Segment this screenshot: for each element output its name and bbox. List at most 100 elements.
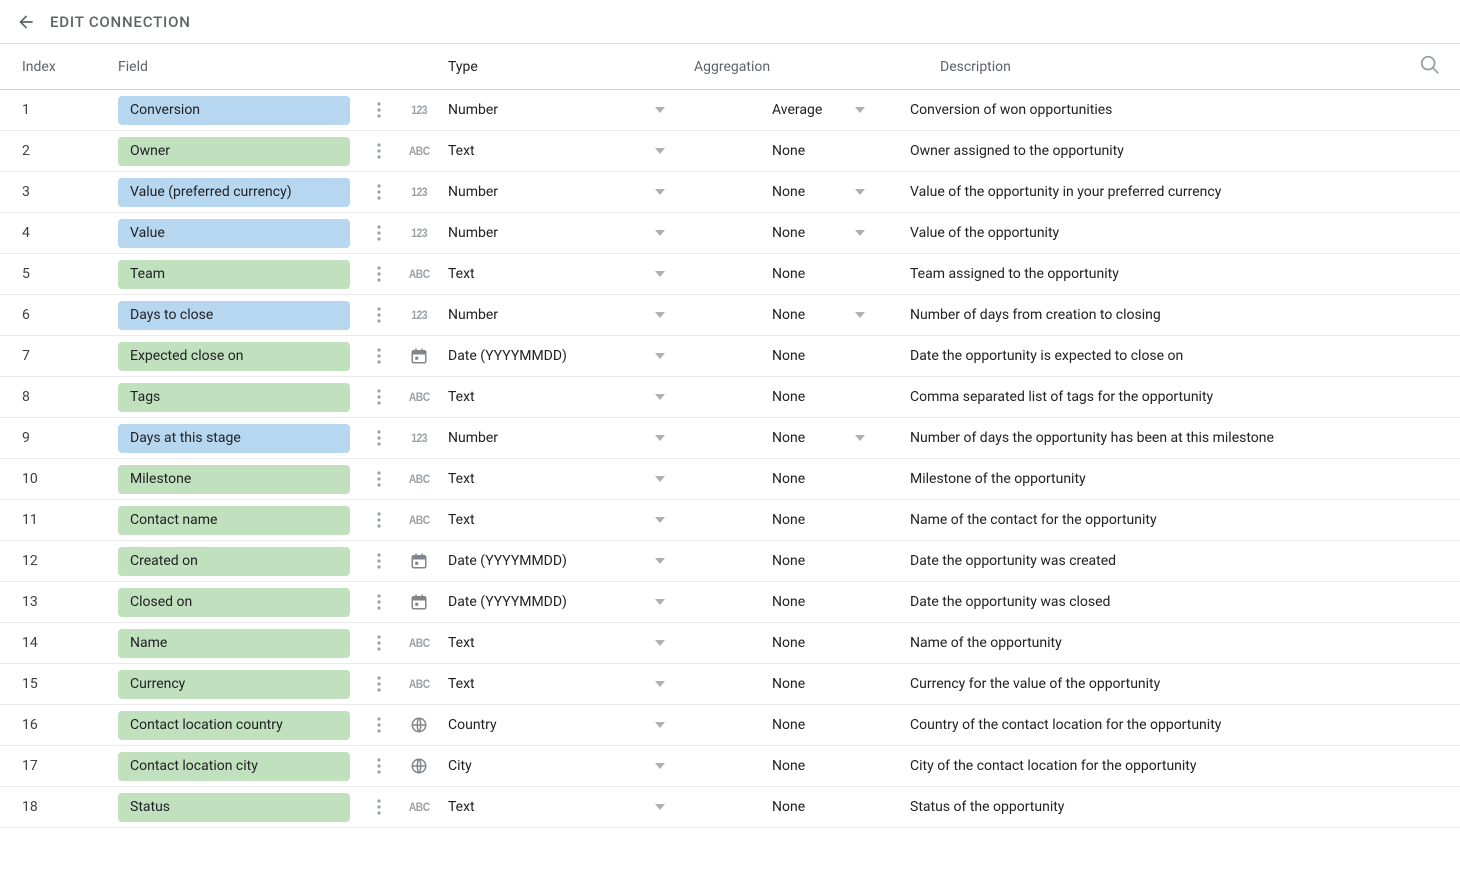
- row-menu-button[interactable]: [370, 344, 388, 368]
- type-dropdown[interactable]: [655, 353, 665, 359]
- kebab-icon: [377, 143, 381, 159]
- aggregation-dropdown[interactable]: [855, 230, 865, 236]
- field-chip[interactable]: Currency: [118, 670, 350, 699]
- type-dropdown[interactable]: [655, 599, 665, 605]
- type-dropdown[interactable]: [655, 435, 665, 441]
- type-dropdown[interactable]: [655, 476, 665, 482]
- type-dropdown[interactable]: [655, 107, 665, 113]
- row-menu-button[interactable]: [370, 221, 388, 245]
- field-chip[interactable]: Contact location city: [118, 752, 350, 781]
- row-menu-button[interactable]: [370, 631, 388, 655]
- type-dropdown[interactable]: [655, 558, 665, 564]
- back-button[interactable]: [14, 10, 38, 34]
- type-dropdown[interactable]: [655, 640, 665, 646]
- row-menu-button[interactable]: [370, 795, 388, 819]
- row-index: 14: [22, 635, 118, 651]
- chevron-down-icon: [655, 189, 665, 195]
- field-chip[interactable]: Conversion: [118, 96, 350, 125]
- field-chip[interactable]: Owner: [118, 137, 350, 166]
- type-label: Number: [448, 430, 638, 446]
- geo-type-icon: [404, 755, 434, 777]
- aggregation-dropdown[interactable]: [855, 189, 865, 195]
- row-menu-button[interactable]: [370, 713, 388, 737]
- row-menu-button[interactable]: [370, 508, 388, 532]
- field-chip[interactable]: Created on: [118, 547, 350, 576]
- kebab-icon: [377, 471, 381, 487]
- aggregation-dropdown[interactable]: [855, 435, 865, 441]
- search-button[interactable]: [1419, 54, 1441, 80]
- chevron-down-icon: [655, 804, 665, 810]
- row-index: 10: [22, 471, 118, 487]
- type-dropdown[interactable]: [655, 394, 665, 400]
- description-text: Date the opportunity was created: [880, 553, 1460, 569]
- type-label: Number: [448, 184, 638, 200]
- row-index: 5: [22, 266, 118, 282]
- type-dropdown[interactable]: [655, 722, 665, 728]
- field-chip[interactable]: Days at this stage: [118, 424, 350, 453]
- table-row: 9 Days at this stage 123 Number None Num…: [0, 418, 1460, 459]
- row-menu-button[interactable]: [370, 139, 388, 163]
- row-menu-button[interactable]: [370, 385, 388, 409]
- date-type-icon: [404, 591, 434, 613]
- row-menu-button[interactable]: [370, 754, 388, 778]
- row-index: 15: [22, 676, 118, 692]
- description-text: Team assigned to the opportunity: [880, 266, 1460, 282]
- row-menu-button[interactable]: [370, 180, 388, 204]
- field-chip[interactable]: Milestone: [118, 465, 350, 494]
- type-label: Number: [448, 307, 638, 323]
- description-text: Number of days the opportunity has been …: [880, 430, 1460, 446]
- aggregation-label: None: [740, 143, 840, 159]
- field-chip[interactable]: Tags: [118, 383, 350, 412]
- field-chip[interactable]: Contact location country: [118, 711, 350, 740]
- field-chip[interactable]: Status: [118, 793, 350, 822]
- field-chip[interactable]: Value (preferred currency): [118, 178, 350, 207]
- aggregation-label: None: [740, 389, 840, 405]
- type-dropdown[interactable]: [655, 517, 665, 523]
- type-dropdown[interactable]: [655, 189, 665, 195]
- type-dropdown[interactable]: [655, 804, 665, 810]
- aggregation-dropdown[interactable]: [855, 312, 865, 318]
- description-text: Owner assigned to the opportunity: [880, 143, 1460, 159]
- table-row: 13 Closed on Date (YYYYMMDD) None Date t…: [0, 582, 1460, 623]
- field-chip[interactable]: Expected close on: [118, 342, 350, 371]
- type-dropdown[interactable]: [655, 312, 665, 318]
- row-menu-button[interactable]: [370, 98, 388, 122]
- field-chip[interactable]: Name: [118, 629, 350, 658]
- type-dropdown[interactable]: [655, 271, 665, 277]
- kebab-icon: [377, 553, 381, 569]
- chevron-down-icon: [655, 558, 665, 564]
- type-dropdown[interactable]: [655, 763, 665, 769]
- field-chip[interactable]: Contact name: [118, 506, 350, 535]
- type-dropdown[interactable]: [655, 148, 665, 154]
- kebab-icon: [377, 717, 381, 733]
- row-menu-button[interactable]: [370, 467, 388, 491]
- row-index: 12: [22, 553, 118, 569]
- type-label: Text: [448, 471, 638, 487]
- kebab-icon: [377, 307, 381, 323]
- row-menu-button[interactable]: [370, 672, 388, 696]
- description-text: Status of the opportunity: [880, 799, 1460, 815]
- type-dropdown[interactable]: [655, 681, 665, 687]
- row-index: 2: [22, 143, 118, 159]
- type-dropdown[interactable]: [655, 230, 665, 236]
- chevron-down-icon: [655, 435, 665, 441]
- row-menu-button[interactable]: [370, 303, 388, 327]
- row-menu-button[interactable]: [370, 590, 388, 614]
- type-label: Date (YYYYMMDD): [448, 553, 638, 569]
- row-menu-button[interactable]: [370, 262, 388, 286]
- row-menu-button[interactable]: [370, 426, 388, 450]
- field-chip[interactable]: Team: [118, 260, 350, 289]
- aggregation-dropdown[interactable]: [855, 107, 865, 113]
- aggregation-label: None: [740, 512, 840, 528]
- kebab-icon: [377, 389, 381, 405]
- field-chip[interactable]: Days to close: [118, 301, 350, 330]
- type-label: Text: [448, 389, 638, 405]
- field-chip[interactable]: Closed on: [118, 588, 350, 617]
- row-menu-button[interactable]: [370, 549, 388, 573]
- table-row: 3 Value (preferred currency) 123 Number …: [0, 172, 1460, 213]
- chevron-down-icon: [855, 107, 865, 113]
- table-row: 17 Contact location city City None City …: [0, 746, 1460, 787]
- field-chip[interactable]: Value: [118, 219, 350, 248]
- aggregation-label: None: [740, 553, 840, 569]
- table-row: 1 Conversion 123 Number Average Conversi…: [0, 90, 1460, 131]
